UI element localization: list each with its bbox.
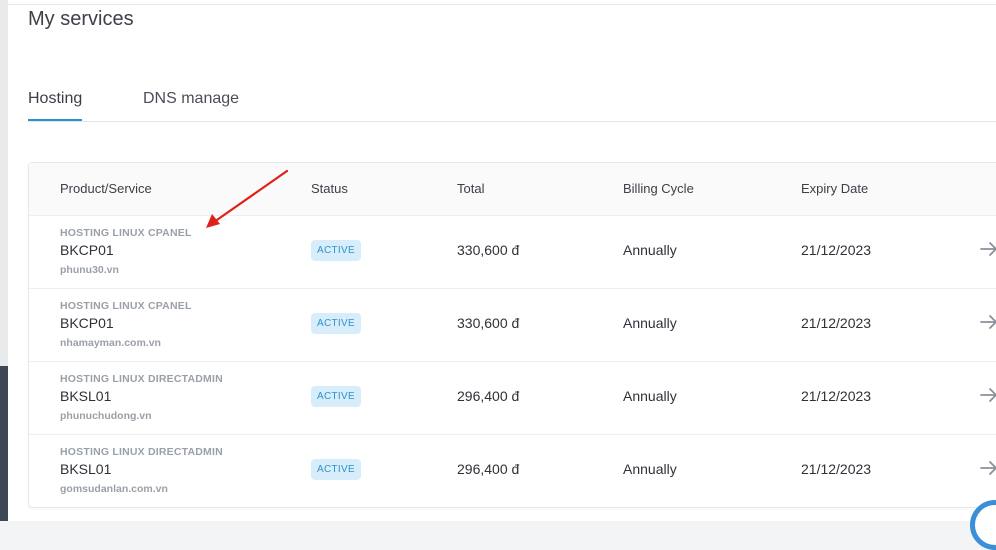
total-value: 296,400 đ [457,461,520,477]
table-row[interactable]: HOSTING LINUX CPANEL BKCP01 nhamayman.co… [29,288,996,362]
status-badge: ACTIVE [311,459,361,480]
product-domain: phunu30.vn [60,264,119,276]
tab-hosting[interactable]: Hosting [28,90,83,121]
tab-dns-manage[interactable]: DNS manage [143,90,239,108]
billing-cycle-value: Annually [623,242,677,258]
total-value: 330,600 đ [457,242,520,258]
services-panel: My services Hosting DNS manage Product/S… [8,0,996,521]
status-badge: ACTIVE [311,240,361,261]
product-code: BKCP01 [60,315,114,331]
arrow-right-icon[interactable] [977,456,996,480]
table-row[interactable]: HOSTING LINUX DIRECTADMIN BKSL01 phunuch… [29,361,996,435]
product-code: BKSL01 [60,461,112,477]
product-domain: phunuchudong.vn [60,410,152,422]
table-row[interactable]: HOSTING LINUX DIRECTADMIN BKSL01 gomsuda… [29,434,996,507]
arrow-right-icon[interactable] [977,237,996,261]
left-dark-panel [0,366,8,521]
product-code: BKSL01 [60,388,112,404]
tab-bar: Hosting DNS manage [28,88,996,122]
product-category: HOSTING LINUX DIRECTADMIN [60,373,223,385]
status-badge: ACTIVE [311,386,361,407]
top-divider [8,4,996,5]
services-table: Product/Service Status Total Billing Cyc… [28,162,996,508]
product-code: BKCP01 [60,242,114,258]
product-category: HOSTING LINUX DIRECTADMIN [60,446,223,458]
header-expiry-date: Expiry Date [801,181,869,196]
product-category: HOSTING LINUX CPANEL [60,300,192,312]
product-domain: nhamayman.com.vn [60,337,161,349]
header-total: Total [457,181,485,196]
status-badge: ACTIVE [311,313,361,334]
expiry-date-value: 21/12/2023 [801,388,872,404]
billing-cycle-value: Annually [623,315,677,331]
expiry-date-value: 21/12/2023 [801,315,872,331]
left-window-edge [0,0,8,521]
header-status: Status [311,181,348,196]
expiry-date-value: 21/12/2023 [801,461,872,477]
product-category: HOSTING LINUX CPANEL [60,227,192,239]
header-product-service: Product/Service [60,181,152,196]
header-billing-cycle: Billing Cycle [623,181,694,196]
product-domain: gomsudanlan.com.vn [60,483,168,495]
expiry-date-value: 21/12/2023 [801,242,872,258]
total-value: 296,400 đ [457,388,520,404]
billing-cycle-value: Annually [623,388,677,404]
billing-cycle-value: Annually [623,461,677,477]
total-value: 330,600 đ [457,315,520,331]
arrow-right-icon[interactable] [977,310,996,334]
table-row[interactable]: HOSTING LINUX CPANEL BKCP01 phunu30.vn A… [29,215,996,289]
arrow-right-icon[interactable] [977,383,996,407]
table-header: Product/Service Status Total Billing Cyc… [29,163,996,216]
page-title: My services [28,8,134,30]
